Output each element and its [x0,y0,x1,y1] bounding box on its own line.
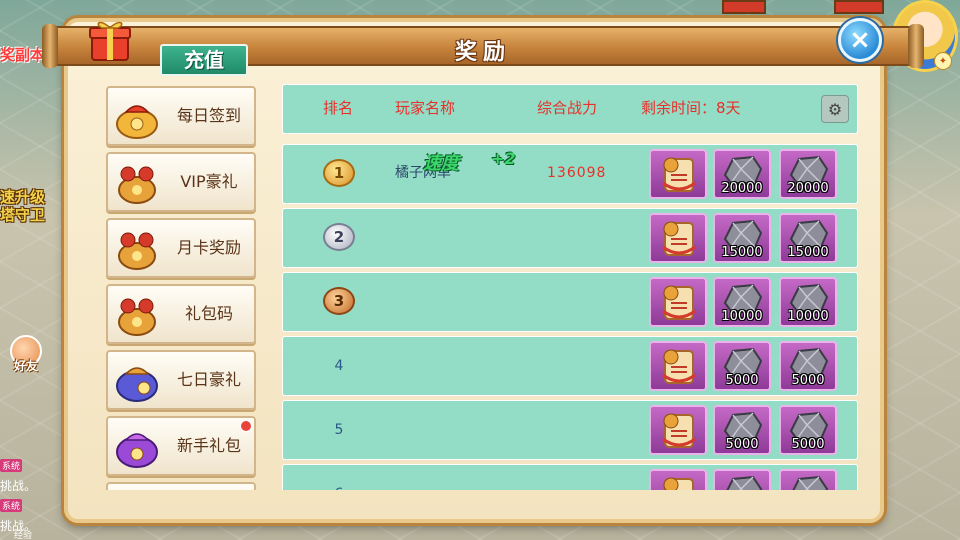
combat-power: 136098 [547,165,607,181]
scroll-bag-icon [662,221,696,256]
reward-quantity: 5000 [791,437,825,452]
tower-label[interactable]: 塔守卫 [0,204,45,225]
table-row: 5 5000 5000 [282,400,858,460]
rank-medal-icon: 3 [323,287,355,315]
reward-scroll-item[interactable] [649,149,707,199]
header-rank: 排名 [323,99,354,117]
scroll-bag-icon [662,157,696,192]
sidebar-item-vip-gift[interactable]: VIP豪礼 [106,152,256,212]
reward-quantity: 20000 [721,181,763,196]
scroll-bag-icon [662,349,696,384]
reward-stone-item[interactable]: 20000 [713,149,771,199]
exp-label: 经验 [14,531,33,540]
vip-badge-icon: ✦ [934,52,952,70]
rank-medal-icon: 2 [323,223,355,251]
mp-bar [834,0,884,14]
ranking-header: 排名 玩家名称 综合战力 剩余时间：8天 ⚙ [282,84,858,134]
speed-buff-text: 速度 [423,153,459,174]
reward-scroll-item[interactable] [649,405,707,455]
gold-bag-icon [116,105,158,139]
chat-line: 系统 [0,455,70,475]
speed-buff-value: +2 [491,149,516,168]
sidebar-item-daily-signin[interactable]: 每日签到 [106,86,256,146]
reward-quantity: 10000 [721,309,763,324]
blue-bag-icon [116,367,158,402]
table-row: 3 10000 10000 [282,272,858,332]
chat-line: 挑战。 [0,475,70,495]
sidebar-item-label: 月卡奖励 [176,238,241,257]
chat-line: 系统 [0,495,70,515]
reward-stone-item[interactable]: 5000 [713,405,771,455]
chat-panel[interactable]: 系统 挑战。 系统 挑战。 [0,455,70,535]
gift-box-icon [89,21,131,61]
friend-label: 好友 [14,359,39,373]
rank-medal-icon: 1 [323,159,355,187]
reward-scroll-item[interactable] [649,341,707,391]
header-remaining-time: 剩余时间：8天 [641,99,741,117]
chat-tag: 系统 [0,498,23,512]
reward-quantity: 20000 [787,181,829,196]
header-power: 综合战力 [537,99,598,117]
reward-stone-item[interactable] [779,469,837,490]
rank-number: 4 [334,358,344,374]
reward-stone-item[interactable]: 20000 [779,149,837,199]
table-row: 4 5000 5000 [282,336,858,396]
ranking-list[interactable]: 排名 玩家名称 综合战力 剩余时间：8天 ⚙ 1 橘子网单 136098 20000 2… [280,84,860,490]
reward-scroll-item[interactable] [649,213,707,263]
sidebar-item-newbie-gift[interactable]: 新手礼包 [106,416,256,476]
dungeon-label[interactable]: 奖副本 [0,44,45,65]
sidebar-item-more[interactable] [106,482,256,490]
reward-scroll-item[interactable] [649,469,707,490]
reward-stone-item[interactable]: 15000 [713,213,771,263]
table-row: 6 [282,464,858,490]
table-row: 1 橘子网单 136098 20000 20000 速度 +2 [282,144,858,204]
rank-number: 5 [334,422,344,438]
sidebar-item-label: VIP豪礼 [180,172,238,191]
reward-quantity: 5000 [725,373,759,388]
chat-tag: 系统 [0,458,23,472]
reward-quantity: 5000 [791,373,825,388]
reward-quantity: 5000 [725,437,759,452]
reward-stone-item[interactable]: 5000 [779,341,837,391]
stone-icon [726,475,763,490]
reward-quantity: 15000 [787,245,829,260]
chat-line: 挑战。 [0,515,70,535]
reward-quantity: 15000 [721,245,763,260]
reward-stone-item[interactable]: 5000 [713,341,771,391]
reward-stone-item[interactable]: 10000 [779,277,837,327]
sidebar-item-label: 礼包码 [184,304,233,323]
purple-bag-icon [116,433,158,468]
scroll-bag-icon [662,285,696,320]
notification-dot-icon [240,420,252,432]
sidebar-item-label: 七日豪礼 [176,370,241,389]
hp-bar [722,0,766,14]
scroll-bag-icon [662,413,696,448]
sidebar: 每日签到 VIP豪礼 月卡奖励 礼包码 七日豪礼 新手礼包 [104,84,260,490]
coin-pouch-icon [118,232,156,270]
coin-pouch-icon [118,298,156,336]
scroll-bag-icon [663,477,694,490]
header-player: 玩家名称 [395,99,456,117]
settings-icon[interactable]: ⚙ [821,95,849,123]
reward-stone-item[interactable] [713,469,771,490]
reward-stone-item[interactable]: 10000 [713,277,771,327]
reward-stone-item[interactable]: 15000 [779,213,837,263]
reward-quantity: 10000 [787,309,829,324]
rank-number: 6 [323,465,355,490]
table-row: 2 15000 15000 [282,208,858,268]
coin-pouch-icon [118,166,156,204]
reward-stone-item[interactable]: 5000 [779,405,837,455]
friend-button[interactable]: 好友 [10,335,46,375]
sidebar-item-seven-day[interactable]: 七日豪礼 [106,350,256,410]
close-button[interactable]: × [838,18,882,62]
reward-scroll-item[interactable] [649,277,707,327]
sidebar-item-gift-code[interactable]: 礼包码 [106,284,256,344]
stone-icon [792,475,829,490]
recharge-tab[interactable]: 充值 [160,44,248,76]
chat-text: 挑战。 [0,478,37,493]
sidebar-item-label: 每日签到 [176,106,241,125]
sidebar-item-monthly-card[interactable]: 月卡奖励 [106,218,256,278]
